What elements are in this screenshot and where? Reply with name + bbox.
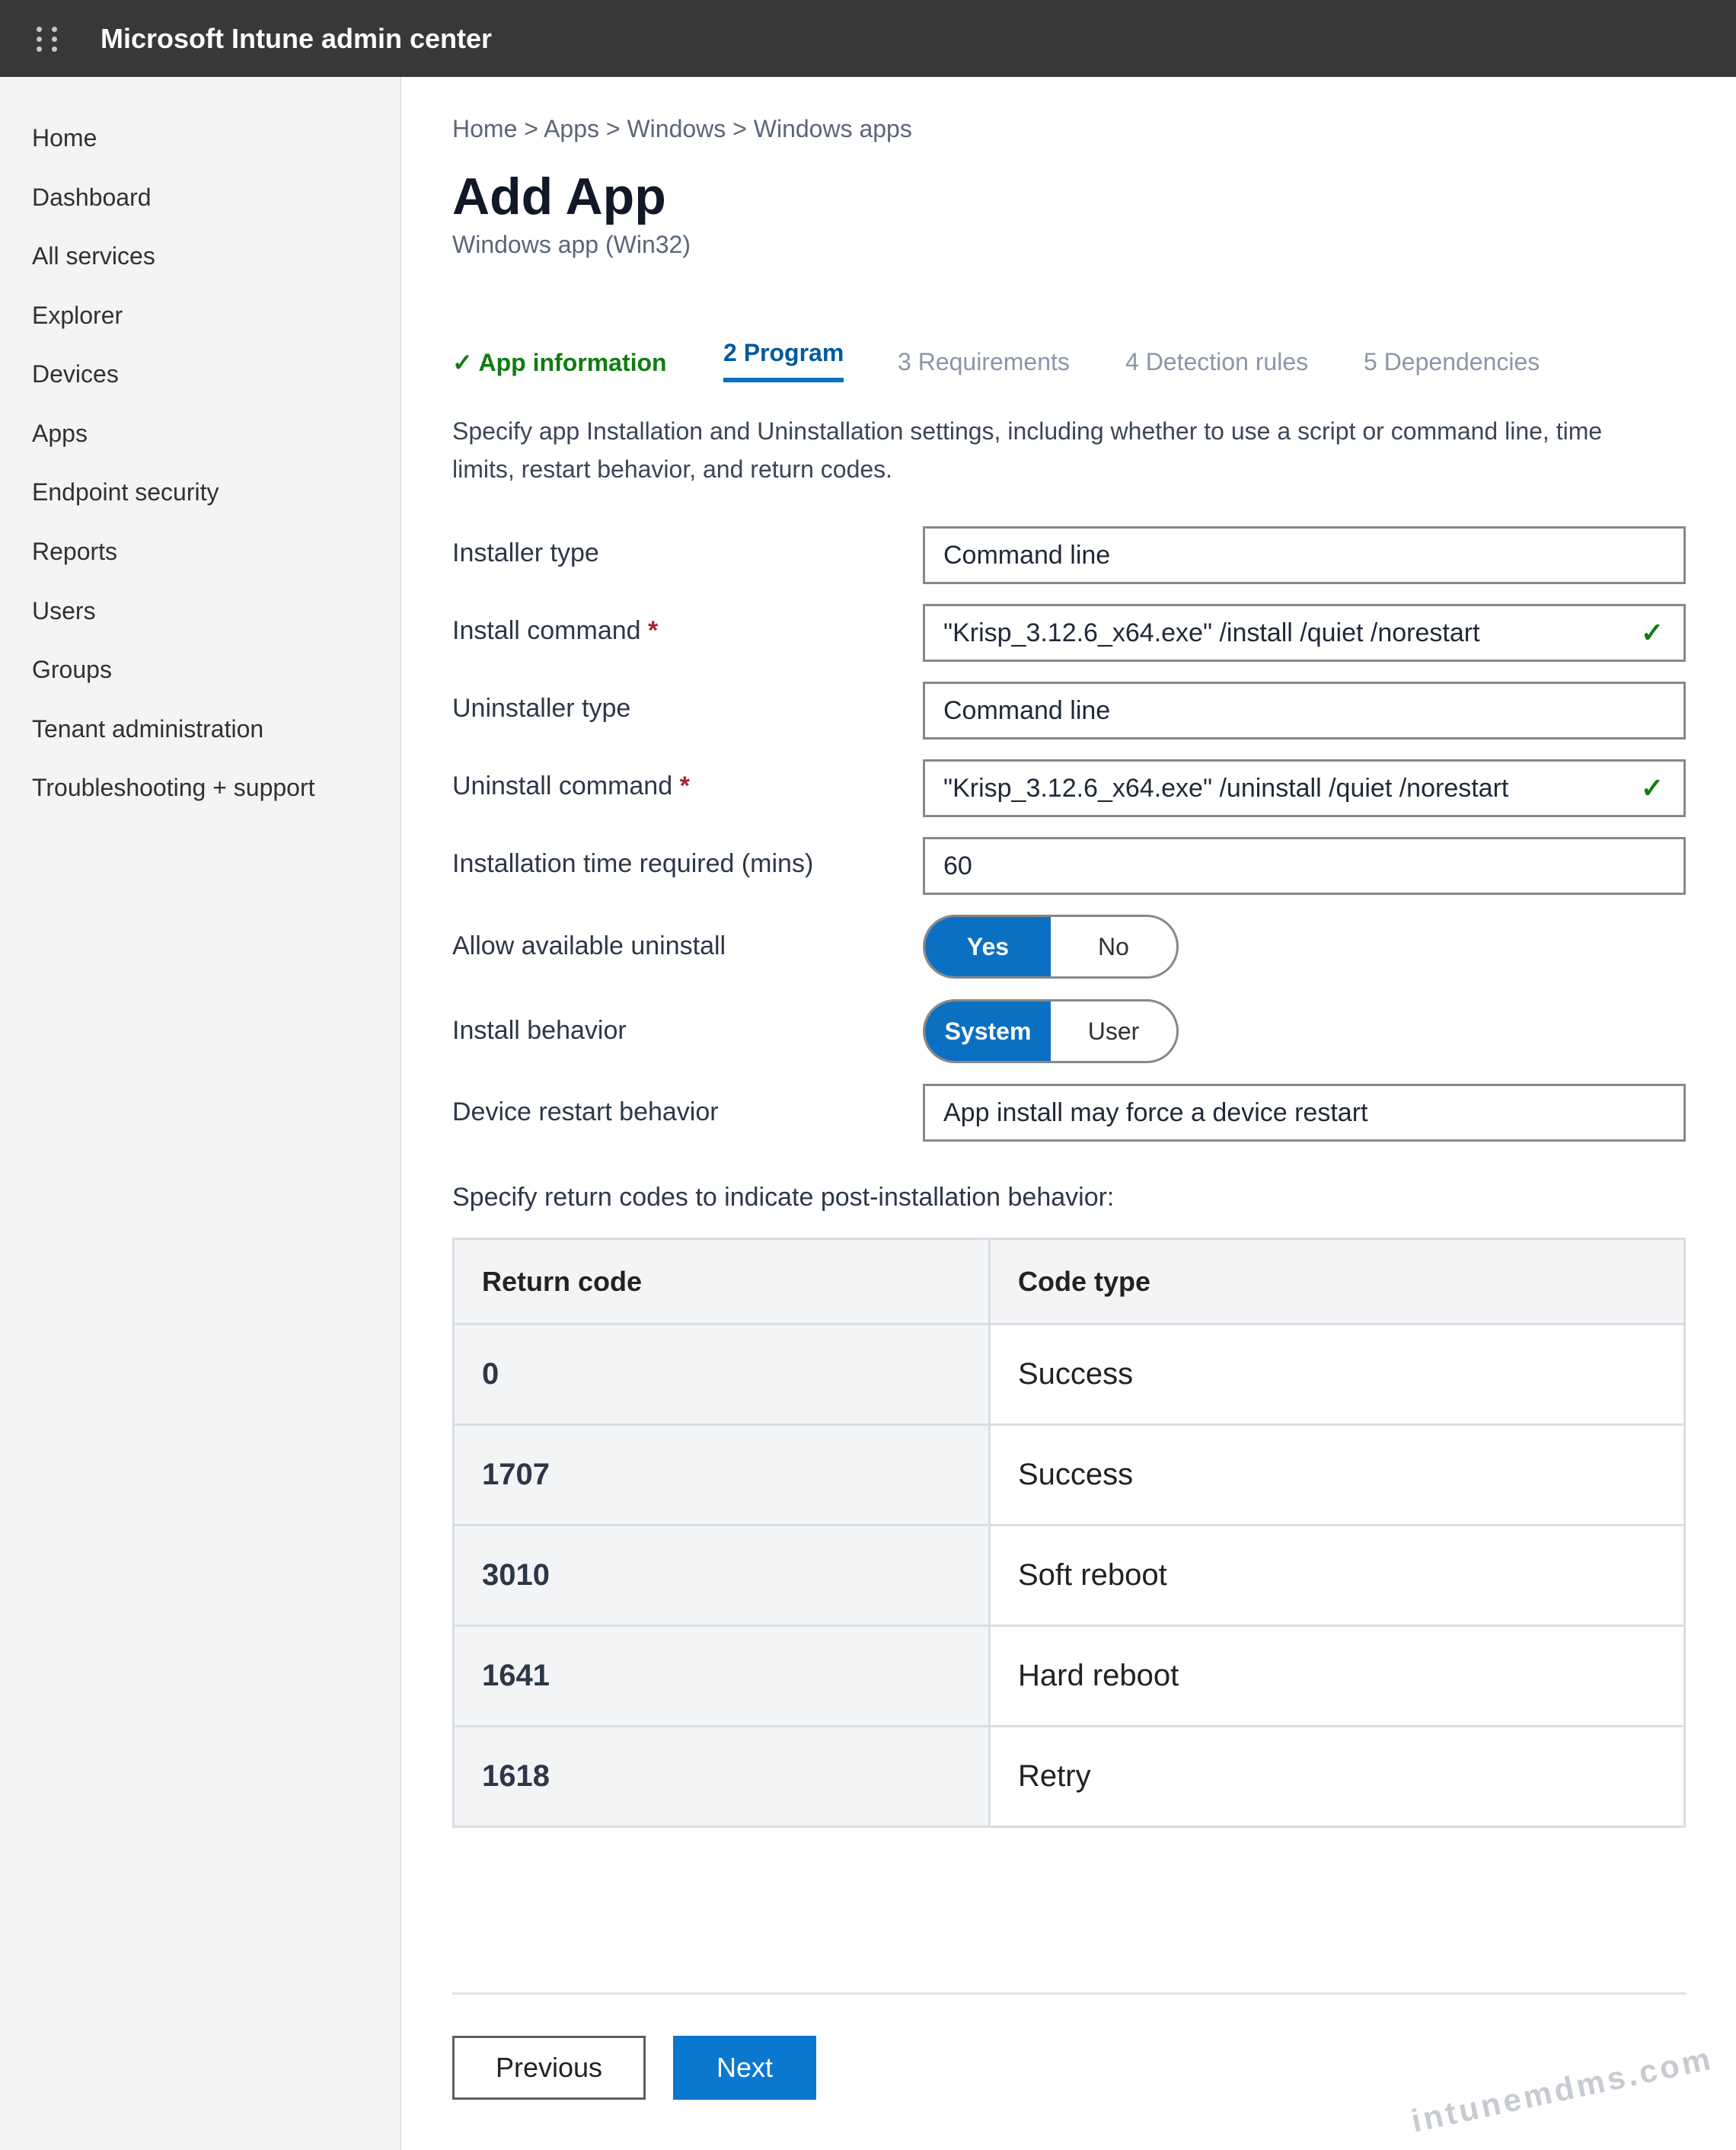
install-time-label: Installation time required (mins) [452,849,814,878]
sidebar: Home Dashboard All services Explorer Dev… [0,77,401,2150]
uninstaller-type-select[interactable]: Command line [923,682,1686,740]
tab-program[interactable]: 2 Program [723,339,844,382]
checkmark-icon: ✓ [1640,617,1664,648]
sidebar-item-endpoint-security[interactable]: Endpoint security [32,478,219,506]
install-command-input[interactable]: "Krisp_3.12.6_x64.exe" /install /quiet /… [923,604,1686,662]
top-bar: Microsoft Intune admin center [0,0,1736,77]
allow-uninstall-toggle: Yes No [923,915,1179,979]
install-command-value: "Krisp_3.12.6_x64.exe" /install /quiet /… [943,618,1480,647]
breadcrumb[interactable]: Home > Apps > Windows > Windows apps [452,115,912,143]
install-time-input[interactable]: 60 [923,837,1686,895]
return-code-cell[interactable]: 1618 [452,1725,991,1828]
code-type-cell[interactable]: Success [988,1423,1686,1526]
column-header-code-type[interactable]: Code type [988,1238,1686,1325]
footer-divider [452,1992,1686,1995]
install-behavior-label: Install behavior [452,1016,627,1045]
section-description: Specify app Installation and Uninstallat… [452,417,1603,483]
checkmark-icon: ✓ [1640,772,1664,803]
allow-uninstall-no[interactable]: No [1051,917,1176,976]
table-row[interactable]: 3010 Soft reboot [452,1524,1686,1627]
code-type-cell[interactable]: Retry [988,1725,1686,1828]
wizard-steps: ✓ App information 2 Program 3 Requiremen… [452,322,1686,382]
sidebar-item-devices[interactable]: Devices [32,360,119,388]
waffle-icon[interactable] [37,24,76,54]
sidebar-item-apps[interactable]: Apps [32,420,88,448]
return-code-cell[interactable]: 1641 [452,1624,991,1727]
restart-behavior-value: App install may force a device restart [943,1097,1368,1127]
installer-type-value: Command line [943,540,1111,570]
uninstall-command-value: "Krisp_3.12.6_x64.exe" /uninstall /quiet… [943,773,1509,803]
sidebar-item-explorer[interactable]: Explorer [32,302,123,330]
tab-requirements[interactable]: 3 Requirements [898,348,1070,376]
sidebar-item-troubleshooting[interactable]: Troubleshooting + support [32,774,315,802]
tab-app-information[interactable]: ✓ App information [452,348,667,377]
install-command-label: Install command * [452,616,658,646]
table-row[interactable]: 0 Success [452,1323,1686,1426]
table-row[interactable]: 1618 Retry [452,1725,1686,1828]
installer-type-select[interactable]: Command line [923,526,1686,584]
sidebar-item-groups[interactable]: Groups [32,656,112,684]
sidebar-item-all-services[interactable]: All services [32,242,155,270]
previous-button[interactable]: Previous [452,2036,646,2100]
code-type-cell[interactable]: Soft reboot [988,1524,1686,1627]
tab-dependencies[interactable]: 5 Dependencies [1364,348,1540,376]
uninstaller-type-value: Command line [943,695,1111,725]
table-header-row: Return code Code type [452,1238,1686,1325]
return-code-cell[interactable]: 1707 [452,1423,991,1526]
required-marker: * [648,616,659,645]
next-button[interactable]: Next [673,2036,816,2100]
return-code-cell[interactable]: 0 [452,1323,991,1426]
sidebar-item-tenant-administration[interactable]: Tenant administration [32,715,263,743]
app-title[interactable]: Microsoft Intune admin center [101,23,492,55]
uninstall-command-input[interactable]: "Krisp_3.12.6_x64.exe" /uninstall /quiet… [923,759,1686,817]
uninstall-command-label: Uninstall command * [452,772,690,801]
install-behavior-system[interactable]: System [925,1002,1051,1061]
uninstall-command-label-text: Uninstall command [452,772,673,800]
return-codes-intro: Specify return codes to indicate post-in… [452,1183,1115,1212]
allow-uninstall-label: Allow available uninstall [452,931,726,960]
sidebar-item-dashboard[interactable]: Dashboard [32,184,152,212]
table-row[interactable]: 1641 Hard reboot [452,1624,1686,1727]
sidebar-item-home[interactable]: Home [32,124,97,152]
restart-behavior-label: Device restart behavior [452,1097,719,1126]
required-marker: * [679,772,690,800]
install-behavior-toggle: System User [923,999,1179,1063]
code-type-cell[interactable]: Success [988,1323,1686,1426]
return-code-cell[interactable]: 3010 [452,1524,991,1627]
code-type-cell[interactable]: Hard reboot [988,1624,1686,1727]
installer-type-label: Installer type [452,538,599,567]
column-header-return-code[interactable]: Return code [452,1238,991,1325]
sidebar-item-reports[interactable]: Reports [32,538,117,566]
page-title: Add App [452,168,666,225]
page-subtitle: Windows app (Win32) [452,231,691,258]
install-command-label-text: Install command [452,616,641,645]
table-row[interactable]: 1707 Success [452,1423,1686,1526]
sidebar-item-users[interactable]: Users [32,597,96,625]
watermark: intunemdms.com [1408,2040,1717,2139]
uninstaller-type-label: Uninstaller type [452,694,631,723]
return-codes-table: Return code Code type 0 Success 1707 Suc… [452,1238,1686,1828]
allow-uninstall-yes[interactable]: Yes [925,917,1051,976]
restart-behavior-select[interactable]: App install may force a device restart [923,1084,1686,1142]
install-behavior-user[interactable]: User [1051,1002,1176,1061]
install-time-value: 60 [943,851,972,880]
tab-detection-rules[interactable]: 4 Detection rules [1125,348,1308,376]
